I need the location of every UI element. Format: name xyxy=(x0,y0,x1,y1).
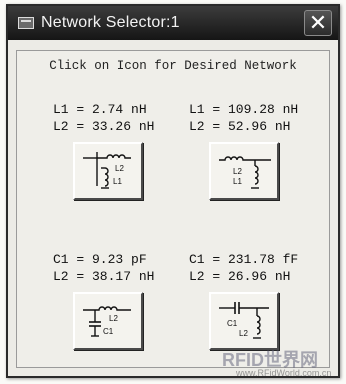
network-option-1: L1 = 2.74 nH L2 = 33.26 nH L2 L1 xyxy=(53,101,193,200)
network-2-select-button[interactable]: L2 L1 xyxy=(209,142,279,200)
network-options-panel: Click on Icon for Desired Network L1 = 2… xyxy=(16,50,330,368)
network-option-4: C1 = 231.78 fF L2 = 26.96 nH C1 L2 xyxy=(189,251,329,350)
option-3-value-1: C1 = 9.23 pF xyxy=(53,252,147,267)
series-c-shunt-l-network-icon: C1 L2 xyxy=(219,302,269,339)
title-bar[interactable]: Network Selector:1 ✕ xyxy=(8,6,338,40)
icon-label-l2: L2 xyxy=(239,329,248,338)
shunt-l-series-l-network-icon: L2 L1 xyxy=(83,152,131,189)
series-l-shunt-c-network-icon: L2 C1 xyxy=(83,306,131,337)
series-l-shunt-l-network-icon: L2 L1 xyxy=(219,156,271,189)
option-1-value-2: L2 = 33.26 nH xyxy=(53,119,155,134)
icon-label-l1: L1 xyxy=(113,177,122,186)
instruction-text: Click on Icon for Desired Network xyxy=(49,59,297,73)
option-4-value-1: C1 = 231.78 fF xyxy=(189,252,299,267)
option-2-value-2: L2 = 52.96 nH xyxy=(189,119,291,134)
icon-label-c1: C1 xyxy=(103,327,114,336)
icon-label-l2: L2 xyxy=(115,164,124,173)
icon-label-l2: L2 xyxy=(233,167,242,176)
icon-label-c1: C1 xyxy=(227,319,238,328)
network-1-select-button[interactable]: L2 L1 xyxy=(73,142,143,200)
option-3-value-2: L2 = 38.17 nH xyxy=(53,269,155,284)
network-option-3: C1 = 9.23 pF L2 = 38.17 nH L2 C1 xyxy=(53,251,193,350)
window-title: Network Selector:1 xyxy=(41,14,180,31)
icon-label-l2: L2 xyxy=(109,314,118,323)
network-3-select-button[interactable]: L2 C1 xyxy=(73,292,143,350)
network-selector-window: Network Selector:1 ✕ Click on Icon for D… xyxy=(6,4,340,378)
option-4-value-2: L2 = 26.96 nH xyxy=(189,269,291,284)
watermark-url: www.RFidWorld.com.cn xyxy=(236,368,332,378)
network-4-select-button[interactable]: C1 L2 xyxy=(209,292,279,350)
option-1-value-1: L1 = 2.74 nH xyxy=(53,102,147,117)
close-button[interactable]: ✕ xyxy=(304,10,332,36)
icon-label-l1: L1 xyxy=(233,177,242,186)
app-window-icon xyxy=(18,17,34,29)
option-2-value-1: L1 = 109.28 nH xyxy=(189,102,299,117)
network-option-2: L1 = 109.28 nH L2 = 52.96 nH L2 L1 xyxy=(189,101,329,200)
